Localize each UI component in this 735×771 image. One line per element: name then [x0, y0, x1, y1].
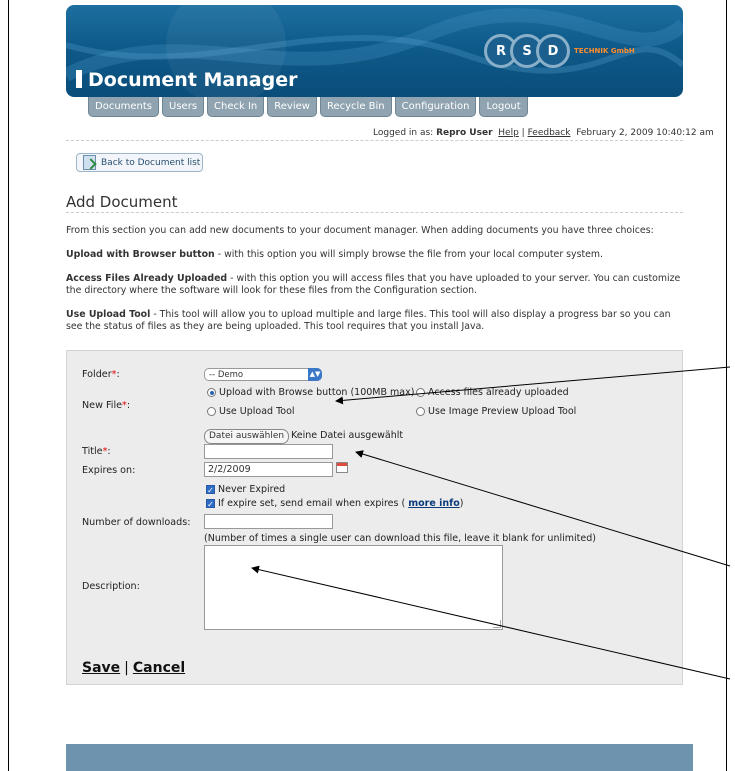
- radio-label: Access files already uploaded: [428, 387, 569, 398]
- app-title-wrap: Document Manager: [76, 69, 297, 91]
- folder-label: Folder*:: [82, 369, 120, 380]
- title-input[interactable]: [204, 444, 333, 459]
- logo-letter: D: [536, 34, 570, 68]
- label-colon: :: [126, 400, 131, 411]
- radio-image-preview-tool[interactable]: Use Image Preview Upload Tool: [416, 406, 576, 417]
- choice-label: Upload with Browser button: [66, 249, 215, 260]
- folder-label-text: Folder: [82, 369, 112, 380]
- tab-recycle-bin[interactable]: Recycle Bin: [319, 97, 392, 117]
- checkbox-checked-icon: ✓: [206, 485, 215, 495]
- choice-label: Access Files Already Uploaded: [66, 273, 228, 284]
- form-actions: Save | Cancel: [82, 660, 185, 676]
- description-label: Description:: [82, 581, 140, 592]
- downloads-hint: (Number of times a single user can downl…: [204, 533, 596, 544]
- intro-text: From this section you can add new docume…: [66, 225, 654, 236]
- tab-configuration[interactable]: Configuration: [394, 97, 477, 117]
- radio-icon: [416, 407, 425, 416]
- radio-access-uploaded[interactable]: Access files already uploaded: [416, 387, 569, 398]
- back-document-icon: [83, 155, 96, 170]
- main-nav: Documents Users Check In Review Recycle …: [88, 97, 528, 117]
- radio-icon: [207, 407, 216, 416]
- checkbox-label: Never Expired: [218, 484, 286, 495]
- current-datetime: February 2, 2009 10:40:12 am: [576, 128, 714, 138]
- label-colon: :: [107, 446, 111, 457]
- resize-grip-icon[interactable]: [493, 620, 501, 628]
- feedback-link[interactable]: Feedback: [528, 128, 571, 138]
- app-header: R S D TECHNIK GmbH Document Manager: [66, 5, 683, 97]
- userbar-separator: |: [521, 128, 525, 138]
- never-expired-checkbox[interactable]: ✓ Never Expired: [206, 484, 285, 495]
- title-label-text: Title: [82, 446, 103, 457]
- radio-upload-tool[interactable]: Use Upload Tool: [207, 406, 295, 417]
- divider: [66, 212, 683, 213]
- checkbox-checked-icon: ✓: [206, 499, 215, 509]
- radio-icon: [416, 388, 425, 397]
- radio-upload-browse[interactable]: Upload with Browse button (100MB max): [207, 387, 414, 398]
- radio-label: Use Upload Tool: [219, 406, 295, 417]
- title-bar-icon: [76, 70, 82, 88]
- save-button[interactable]: Save: [82, 660, 120, 676]
- back-button-label: Back to Document list: [101, 157, 201, 168]
- back-to-document-list-button[interactable]: Back to Document list: [76, 153, 203, 172]
- choice-access-files: Access Files Already Uploaded - with thi…: [66, 273, 686, 297]
- divider: [66, 140, 683, 141]
- user-status-bar: Logged in as: Repro User Help | Feedback…: [373, 128, 714, 138]
- checkbox-label-end: ): [459, 498, 464, 509]
- checkbox-label: If expire set, send email when expires (: [218, 498, 406, 509]
- downloads-input[interactable]: [204, 514, 333, 529]
- more-info-link[interactable]: more info: [408, 498, 460, 509]
- downloads-label: Number of downloads:: [82, 517, 191, 528]
- radio-label: Upload with Browse button (100MB max): [219, 387, 415, 398]
- footer-bar: [66, 744, 693, 771]
- new-file-label: New File*:: [82, 400, 130, 411]
- expires-label: Expires on:: [82, 465, 136, 476]
- tab-review[interactable]: Review: [267, 97, 317, 117]
- description-textarea[interactable]: [204, 545, 503, 630]
- choice-text: - This tool will allow you to upload mul…: [66, 309, 671, 332]
- radio-label: Use Image Preview Upload Tool: [428, 406, 577, 417]
- action-separator: |: [124, 660, 129, 676]
- tab-logout[interactable]: Logout: [479, 97, 528, 117]
- folder-select[interactable]: -- Demo ▲▼: [204, 368, 322, 381]
- new-file-label-text: New File: [82, 400, 123, 411]
- choice-upload-tool: Use Upload Tool - This tool will allow y…: [66, 309, 686, 333]
- choice-upload-browser: Upload with Browser button - with this o…: [66, 249, 686, 261]
- expires-date-input[interactable]: 2/2/2009: [204, 462, 333, 477]
- cancel-button[interactable]: Cancel: [133, 660, 185, 676]
- folder-selected-value: -- Demo: [209, 370, 244, 380]
- no-file-chosen: Keine Datei ausgewählt: [291, 430, 404, 441]
- label-colon: :: [116, 369, 120, 380]
- tab-users[interactable]: Users: [162, 97, 205, 117]
- choice-text: - with this option you will simply brows…: [214, 249, 604, 260]
- title-label: Title*:: [82, 446, 111, 457]
- page-title: Add Document: [66, 193, 178, 211]
- send-email-checkbox[interactable]: ✓ If expire set, send email when expires …: [206, 498, 463, 509]
- choice-label: Use Upload Tool: [66, 309, 151, 320]
- tab-check-in[interactable]: Check In: [207, 97, 265, 117]
- radio-selected-icon: [207, 388, 216, 397]
- tab-documents[interactable]: Documents: [88, 97, 160, 117]
- help-link[interactable]: Help: [498, 128, 519, 138]
- current-user: Repro User: [436, 128, 493, 138]
- select-arrows-icon: ▲▼: [308, 368, 322, 381]
- calendar-icon[interactable]: [336, 462, 348, 473]
- logged-in-prefix: Logged in as:: [373, 128, 434, 138]
- choose-file-button[interactable]: Datei auswählen: [204, 429, 290, 444]
- logo-tagline: TECHNIK GmbH: [574, 47, 635, 55]
- app-title: Document Manager: [88, 69, 298, 91]
- company-logo: R S D TECHNIK GmbH: [484, 33, 635, 69]
